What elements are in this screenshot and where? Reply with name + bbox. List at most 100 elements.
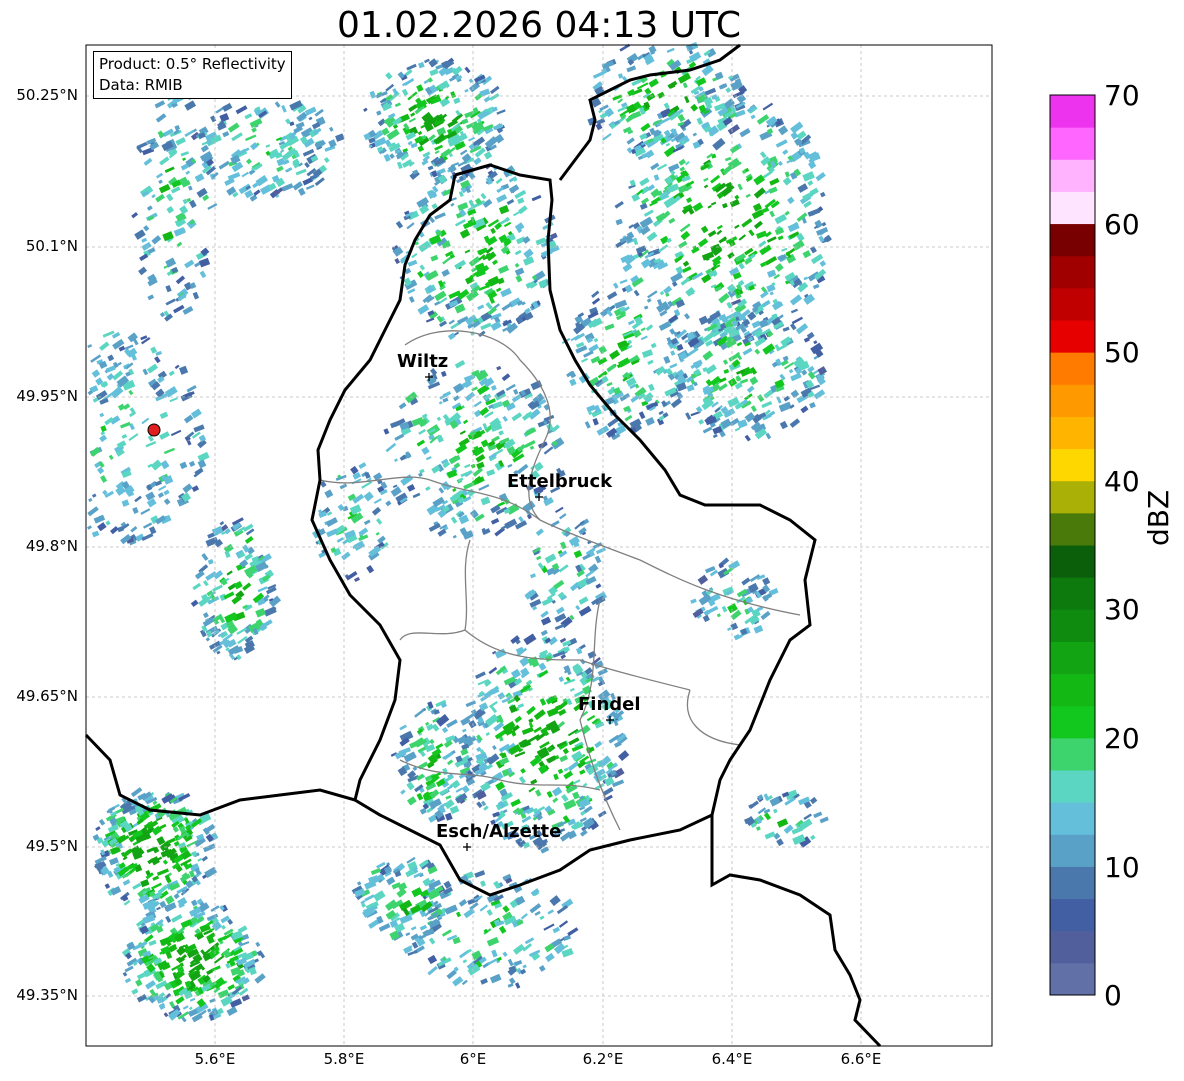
echo-cell [461, 785, 470, 794]
echo-cell [121, 499, 130, 507]
echo-cell [197, 857, 203, 862]
echo-cell [478, 484, 490, 491]
echo-cell [461, 118, 469, 125]
echo-cell [453, 97, 461, 105]
echo-cell [750, 114, 756, 120]
echo-cell [486, 469, 496, 477]
echo-cell [134, 495, 142, 503]
echo-cell [488, 666, 498, 675]
echo-cell [776, 396, 782, 404]
echo-cell [678, 240, 688, 249]
echo-cell [553, 579, 565, 590]
echo-cell [515, 982, 521, 989]
echo-cell [398, 402, 407, 410]
echo-cell [753, 187, 766, 199]
echo-cell [458, 899, 468, 907]
echo-cell [646, 298, 652, 303]
echo-cell [636, 82, 649, 90]
echo-cell [429, 738, 435, 745]
echo-cell [639, 177, 650, 187]
echo-cell [740, 378, 749, 384]
echo-cell [104, 883, 111, 889]
echo-cell [490, 227, 496, 234]
echo-cell [559, 513, 567, 520]
echo-cell [703, 177, 709, 182]
echo-cell [182, 157, 187, 161]
echo-cell [244, 552, 253, 561]
echo-cell [495, 287, 502, 293]
echo-cell [174, 124, 181, 131]
colorbar-segment [1050, 223, 1095, 257]
echo-cell [514, 189, 527, 199]
echo-cell [490, 320, 502, 331]
echo-cell [615, 218, 623, 226]
echo-cell [762, 102, 774, 111]
echo-cell [394, 433, 405, 441]
echo-cell [557, 768, 564, 774]
echo-cell [151, 194, 156, 199]
echo-cell [535, 528, 544, 537]
echo-cell [639, 202, 648, 210]
echo-cell [514, 222, 525, 232]
echo-cell [820, 191, 826, 198]
echo-cell [766, 236, 777, 243]
echo-cell [580, 829, 588, 837]
echo-cell [155, 113, 167, 123]
echo-cell [493, 721, 505, 732]
echo-cell [727, 124, 740, 135]
echo-cell [106, 373, 115, 381]
echo-cell [508, 977, 516, 985]
echo-cell [641, 349, 654, 358]
echo-cell [648, 383, 655, 392]
echo-cell [146, 363, 159, 374]
colorbar-segment [1050, 930, 1095, 964]
echo-cell [510, 798, 522, 808]
echo-cell [716, 613, 721, 618]
echo-cell [416, 84, 424, 92]
echo-cell [813, 389, 826, 400]
echo-cell [539, 915, 545, 920]
echo-cell [758, 240, 767, 248]
echo-cell [450, 91, 457, 99]
echo-cell [538, 662, 547, 671]
echo-cell [406, 781, 415, 791]
echo-cell [419, 468, 425, 474]
echo-cell [749, 376, 759, 386]
echo-cell [154, 100, 166, 109]
echo-cell [99, 412, 105, 418]
echo-cell [395, 220, 404, 229]
colorbar-segment [1050, 641, 1095, 675]
echo-cell [404, 78, 415, 86]
echo-cell [459, 430, 466, 435]
echo-cell [141, 417, 150, 425]
echo-cell [657, 91, 665, 99]
echo-cell [762, 577, 771, 586]
echo-cell [222, 131, 230, 138]
echo-cell [210, 115, 217, 123]
echo-cell [765, 432, 772, 440]
echo-cell [141, 237, 148, 243]
echo-cell [700, 225, 709, 234]
echo-cell [479, 904, 488, 912]
echo-cell [583, 350, 594, 358]
echo-cell [690, 103, 699, 112]
echo-cell [618, 750, 630, 762]
echo-cell [159, 156, 170, 166]
echo-cell [501, 373, 511, 382]
echo-cell [430, 254, 439, 262]
echo-cell [627, 88, 636, 97]
echo-cell [710, 201, 717, 206]
echo-cell [782, 149, 789, 155]
echo-cell [533, 726, 542, 733]
echo-cell [188, 460, 196, 467]
echo-cell [670, 272, 683, 283]
echo-cell [529, 445, 535, 450]
echo-cell [591, 297, 601, 305]
echo-cell [376, 110, 382, 116]
echo-cell [152, 875, 160, 881]
echo-cell [640, 122, 651, 132]
echo-cell [640, 335, 648, 341]
echo-cell [158, 1003, 166, 1010]
echo-cell [490, 85, 500, 95]
echo-cell [326, 528, 339, 538]
